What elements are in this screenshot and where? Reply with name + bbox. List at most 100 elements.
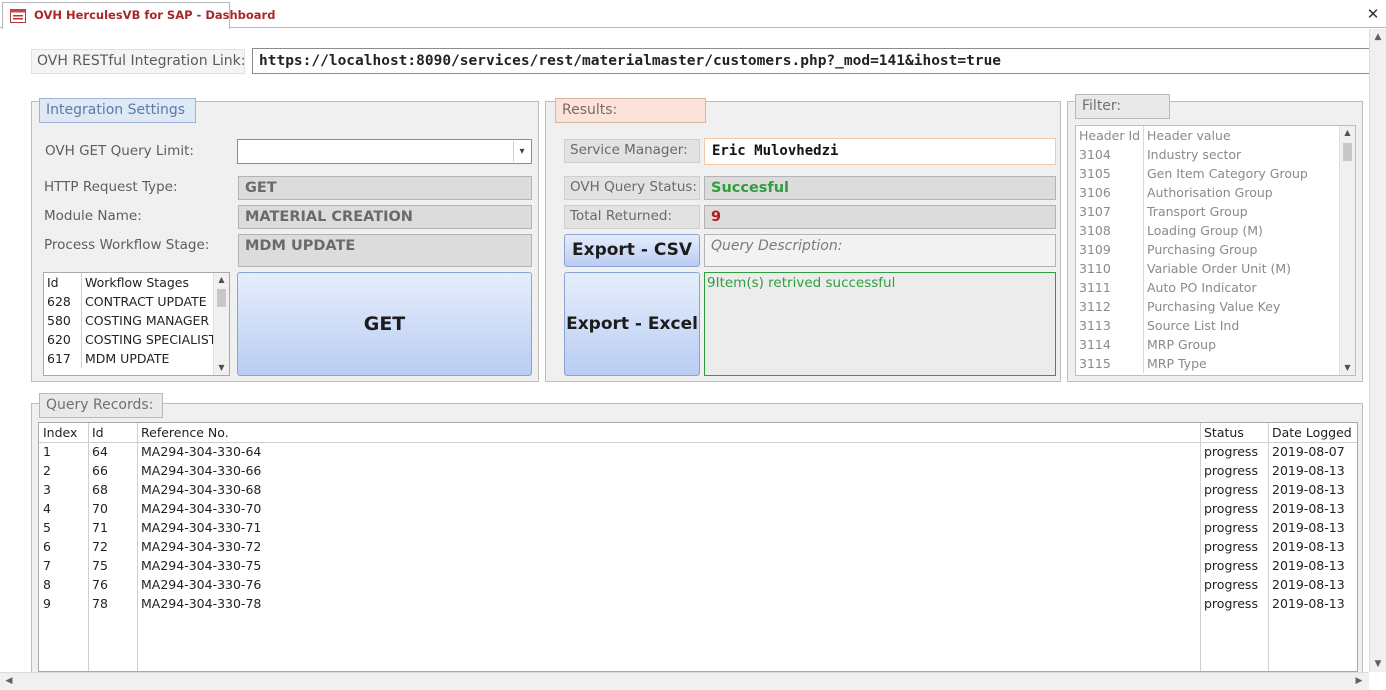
workflow-stage-name: MDM UPDATE (85, 351, 170, 366)
list-item[interactable]: 3112 Purchasing Value Key (1076, 297, 1340, 316)
vertical-scrollbar[interactable]: ▲ ▼ (1369, 29, 1386, 672)
list-item[interactable]: 3105 Gen Item Category Group (1076, 164, 1340, 183)
service-manager-field[interactable]: Eric Mulovhedzi (704, 138, 1056, 165)
query-description-field[interactable]: Query Description: (704, 234, 1056, 267)
header-value: Auto PO Indicator (1147, 280, 1257, 295)
horizontal-scrollbar[interactable]: ◀ ▶ (0, 672, 1369, 690)
workflow-stage-name: COSTING SPECIALIST (85, 332, 215, 347)
filter-list[interactable]: Header Id Header value 3104 Industry sect… (1075, 125, 1356, 376)
workflow-list-scrollbar[interactable]: ▲ ▼ (213, 273, 229, 375)
chevron-down-icon[interactable]: ▾ (513, 141, 530, 162)
column-divider (81, 292, 82, 311)
table-row[interactable]: 1 64 MA294-304-330-64 progress 2019-08-07 (39, 442, 1357, 461)
export-csv-button[interactable]: Export - CSV (564, 234, 700, 267)
list-item[interactable]: 3115 MRP Type (1076, 354, 1340, 373)
header-value: MRP Type (1147, 356, 1207, 371)
list-item[interactable]: 620 COSTING SPECIALIST (44, 330, 215, 349)
integration-link-label: OVH RESTful Integration Link: (31, 49, 245, 74)
tab-dashboard[interactable]: OVH HerculesVB for SAP - Dashboard (2, 2, 275, 29)
header-value: Transport Group (1147, 204, 1248, 219)
column-divider (1143, 183, 1144, 202)
workflow-stage-label: Process Workflow Stage: (44, 237, 210, 253)
column-header-index: Index (43, 425, 78, 440)
record-id: 75 (92, 558, 108, 573)
module-name-field: MATERIAL CREATION (238, 205, 532, 229)
header-id: 3109 (1079, 242, 1111, 257)
list-item[interactable]: 628 CONTRACT UPDATE (44, 292, 214, 311)
record-reference: MA294-304-330-68 (141, 482, 262, 497)
list-item[interactable]: 3109 Purchasing Group (1076, 240, 1340, 259)
export-excel-button[interactable]: Export - Excel (564, 272, 700, 376)
list-item[interactable]: 3104 Industry sector (1076, 145, 1340, 164)
query-limit-label: OVH GET Query Limit: (45, 143, 194, 159)
list-item[interactable]: 3110 Variable Order Unit (M) (1076, 259, 1340, 278)
record-index: 6 (43, 539, 51, 554)
list-item[interactable]: 3113 Source List Ind (1076, 316, 1340, 335)
list-item[interactable]: 580 COSTING MANAGER (44, 311, 214, 330)
scroll-left-icon[interactable]: ◀ (1, 673, 17, 689)
column-divider (1143, 126, 1144, 145)
header-value: Loading Group (M) (1147, 223, 1263, 238)
workflow-id: 628 (47, 294, 71, 309)
record-date: 2019-08-13 (1272, 520, 1345, 535)
scroll-thumb[interactable] (217, 289, 226, 307)
record-status: progress (1204, 539, 1258, 554)
table-row[interactable]: 2 66 MA294-304-330-66 progress 2019-08-13 (39, 461, 1357, 480)
list-item[interactable]: 3106 Authorisation Group (1076, 183, 1340, 202)
table-header-row: Index Id Reference No. Status Date Logge… (39, 423, 1357, 443)
list-item[interactable]: 617 MDM UPDATE (44, 349, 214, 368)
record-index: 7 (43, 558, 51, 573)
table-row[interactable]: 3 68 MA294-304-330-68 progress 2019-08-13 (39, 480, 1357, 499)
list-item[interactable]: 3111 Auto PO Indicator (1076, 278, 1340, 297)
table-row[interactable]: 4 70 MA294-304-330-70 progress 2019-08-13 (39, 499, 1357, 518)
header-value: Gen Item Category Group (1147, 166, 1308, 181)
scroll-down-icon[interactable]: ▼ (1340, 361, 1355, 375)
results-legend: Results: (555, 98, 706, 123)
query-status-label: OVH Query Status: (564, 176, 700, 200)
query-records-table[interactable]: Index Id Reference No. Status Date Logge… (38, 422, 1358, 672)
get-button[interactable]: GET (237, 272, 532, 376)
close-icon[interactable]: ✕ (1364, 4, 1382, 24)
filter-list-scrollbar[interactable]: ▲ ▼ (1339, 126, 1355, 375)
record-reference: MA294-304-330-71 (141, 520, 262, 535)
table-row[interactable]: 8 76 MA294-304-330-76 progress 2019-08-13 (39, 575, 1357, 594)
service-manager-label: Service Manager: (564, 139, 700, 163)
list-item[interactable]: 3114 MRP Group (1076, 335, 1340, 354)
result-message-box[interactable]: 9Item(s) retrived successful (704, 272, 1056, 376)
workflow-stages-list[interactable]: Id Workflow Stages 628 CONTRACT UPDATE 580… (43, 272, 230, 376)
record-id: 71 (92, 520, 108, 535)
scroll-up-icon[interactable]: ▲ (1370, 29, 1386, 45)
record-date: 2019-08-13 (1272, 501, 1345, 516)
column-divider (1143, 221, 1144, 240)
scroll-right-icon[interactable]: ▶ (1351, 673, 1367, 689)
header-value: Purchasing Value Key (1147, 299, 1281, 314)
list-header: Id Workflow Stages (44, 273, 214, 292)
header-id: 3106 (1079, 185, 1111, 200)
integration-link-field[interactable]: https://localhost:8090/services/rest/mat… (252, 48, 1372, 74)
scroll-down-icon[interactable]: ▼ (1370, 656, 1386, 672)
table-row[interactable]: 7 75 MA294-304-330-75 progress 2019-08-13 (39, 556, 1357, 575)
query-status-field: Succesful (704, 176, 1056, 200)
record-reference: MA294-304-330-64 (141, 444, 262, 459)
table-row[interactable]: 9 78 MA294-304-330-78 progress 2019-08-13 (39, 594, 1357, 613)
record-index: 3 (43, 482, 51, 497)
scroll-thumb[interactable] (1343, 143, 1352, 161)
table-row[interactable]: 5 71 MA294-304-330-71 progress 2019-08-13 (39, 518, 1357, 537)
table-row[interactable]: 6 72 MA294-304-330-72 progress 2019-08-13 (39, 537, 1357, 556)
scroll-down-icon[interactable]: ▼ (214, 361, 229, 375)
record-index: 5 (43, 520, 51, 535)
tab-title: OVH HerculesVB for SAP - Dashboard (34, 8, 276, 22)
column-header-reference: Reference No. (141, 425, 229, 440)
scroll-up-icon[interactable]: ▲ (1340, 126, 1355, 140)
query-limit-combobox[interactable]: ▾ (237, 139, 532, 164)
column-divider (1143, 354, 1144, 373)
scroll-up-icon[interactable]: ▲ (214, 273, 229, 287)
list-item[interactable]: 3107 Transport Group (1076, 202, 1340, 221)
column-header-date-logged: Date Logged (1272, 425, 1352, 440)
column-header-header-value: Header value (1147, 128, 1231, 143)
record-date: 2019-08-07 (1272, 444, 1345, 459)
list-item[interactable]: 3108 Loading Group (M) (1076, 221, 1340, 240)
header-id: 3115 (1079, 356, 1111, 371)
column-divider (1143, 145, 1144, 164)
record-id: 72 (92, 539, 108, 554)
